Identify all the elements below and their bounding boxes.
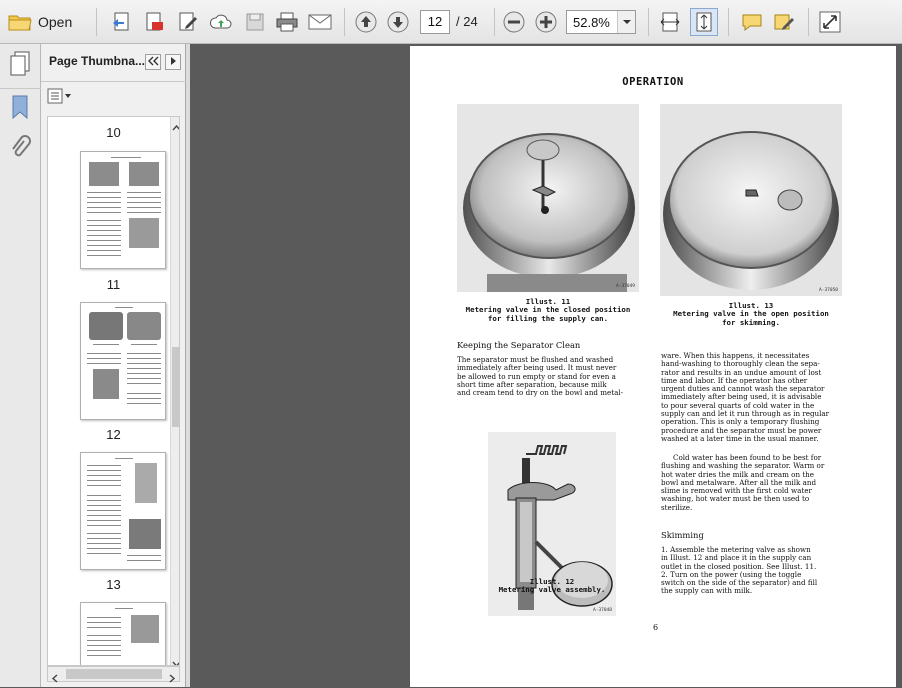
page-thumbnails-tab[interactable] (8, 50, 32, 83)
save-button[interactable] (242, 8, 268, 36)
page-thumbnail[interactable] (80, 602, 166, 665)
email-button[interactable] (306, 8, 334, 36)
open-button[interactable]: Open (8, 8, 72, 36)
illustration-11-caption: Illust. 11 Metering valve in the closed … (465, 297, 631, 323)
page-thumbnail[interactable] (80, 151, 166, 269)
edit-document-icon (177, 11, 199, 33)
speech-bubble-icon (741, 12, 763, 32)
chevron-right-icon (168, 53, 178, 71)
expand-panel-button[interactable] (165, 54, 181, 70)
main-toolbar: Open 12 / 24 52.8% (0, 0, 902, 44)
comment-button[interactable] (738, 8, 766, 36)
zoom-level-value: 52.8% (573, 15, 610, 30)
fit-width-icon (659, 11, 681, 33)
fullscreen-button[interactable] (816, 8, 844, 36)
bookmarks-tab[interactable] (10, 94, 30, 125)
print-button[interactable] (274, 8, 300, 36)
thumbnail-label: 11 (106, 277, 121, 292)
fit-width-button[interactable] (656, 8, 684, 36)
pdf-export-icon (143, 11, 165, 33)
page-thumbnail-current[interactable] (80, 302, 166, 420)
scroll-thumb[interactable] (172, 347, 179, 427)
list-options-icon (47, 88, 73, 109)
illustration-13-photo: A-37050 (660, 104, 842, 296)
cloud-upload-icon (209, 12, 233, 32)
scroll-left-icon[interactable] (51, 670, 59, 688)
page-number: 6 (653, 623, 659, 632)
toolbar-divider (96, 8, 97, 36)
arrow-up-icon (355, 11, 377, 33)
illustration-12-caption: Illust. 12 Metering valve assembly. (498, 577, 606, 595)
create-pdf-icon (111, 11, 133, 33)
image-code: A-37049 (616, 284, 635, 289)
printer-icon (276, 12, 298, 32)
upload-cloud-button[interactable] (206, 8, 236, 36)
export-pdf-button[interactable] (140, 8, 168, 36)
thumbnail-label: 13 (106, 577, 121, 592)
scroll-thumb[interactable] (66, 669, 162, 679)
envelope-icon (308, 13, 332, 31)
scroll-right-icon[interactable] (168, 670, 176, 688)
attachments-tab[interactable] (9, 134, 31, 167)
thumbnail-horizontal-scrollbar[interactable] (47, 666, 180, 683)
thumbnail-vertical-scrollbar[interactable] (170, 117, 179, 665)
paragraph-cold-water: Cold water has been found to be best for… (661, 453, 825, 512)
zoom-level-select[interactable]: 52.8% (566, 10, 636, 34)
fit-page-button[interactable] (690, 8, 718, 36)
toolbar-divider (808, 8, 809, 36)
chevron-down-icon[interactable] (617, 11, 635, 33)
arrow-down-icon (387, 11, 409, 33)
illustration-13-caption: Illust. 13 Metering valve in the open po… (673, 301, 829, 327)
page-total-label: / 24 (456, 14, 478, 29)
navigation-pane-bar (0, 44, 41, 687)
thumbnail-label: 10 (106, 125, 121, 140)
next-page-button[interactable] (384, 8, 412, 36)
folder-icon (8, 12, 32, 32)
tab-divider (0, 88, 41, 89)
create-pdf-button[interactable] (108, 8, 136, 36)
pages-icon (8, 51, 32, 82)
section-heading-skimming: Skimming (661, 530, 704, 540)
illustration-11-photo: A-37049 (457, 104, 639, 292)
toolbar-divider (344, 8, 345, 36)
save-disk-icon (245, 12, 265, 32)
document-view: OPERATION A-37049 Illust. 11 Metering va… (190, 44, 902, 687)
thumbnail-options-button[interactable] (47, 88, 73, 108)
edit-pdf-button[interactable] (174, 8, 202, 36)
page-heading: OPERATION (622, 76, 684, 88)
paragraph-keeping-clean: The separator must be flushed and washed… (457, 355, 624, 398)
thumbnail-list: 10 11 12 13 (47, 116, 180, 666)
paragraph-keeping-clean-continued: ware. When this happens, it necessitates… (661, 351, 830, 443)
open-label: Open (38, 14, 73, 30)
minus-circle-icon (503, 11, 525, 33)
toolbar-divider (494, 8, 495, 36)
highlight-button[interactable] (770, 8, 798, 36)
paragraph-skimming: 1. Assemble the metering valve as shown … (661, 545, 818, 596)
page-number-input[interactable]: 12 (420, 10, 450, 34)
image-code: A-37048 (593, 608, 612, 613)
fit-page-icon (694, 11, 714, 33)
previous-page-button[interactable] (352, 8, 380, 36)
collapse-panel-button[interactable] (145, 54, 161, 70)
plus-circle-icon (535, 11, 557, 33)
pdf-page: OPERATION A-37049 Illust. 11 Metering va… (410, 46, 896, 687)
thumbnail-label: 12 (106, 427, 121, 442)
toolbar-divider (648, 8, 649, 36)
image-code: A-37050 (819, 288, 838, 293)
highlighter-pen-icon (773, 11, 795, 33)
toolbar-divider (728, 8, 729, 36)
zoom-out-button[interactable] (500, 8, 528, 36)
bookmark-icon (10, 95, 30, 124)
scroll-up-icon[interactable] (172, 119, 179, 137)
panel-header: Page Thumbna... (41, 44, 186, 82)
section-heading-keeping-clean: Keeping the Separator Clean (457, 340, 581, 350)
page-thumbnail[interactable] (80, 452, 166, 570)
page-thumbnails-panel: Page Thumbna... 10 11 12 13 (41, 44, 186, 687)
zoom-in-button[interactable] (532, 8, 560, 36)
expand-arrows-icon (819, 11, 841, 33)
paperclip-icon (9, 135, 31, 166)
double-chevron-left-icon (147, 53, 159, 71)
panel-title: Page Thumbna... (49, 54, 146, 68)
scroll-down-icon[interactable] (172, 655, 179, 665)
